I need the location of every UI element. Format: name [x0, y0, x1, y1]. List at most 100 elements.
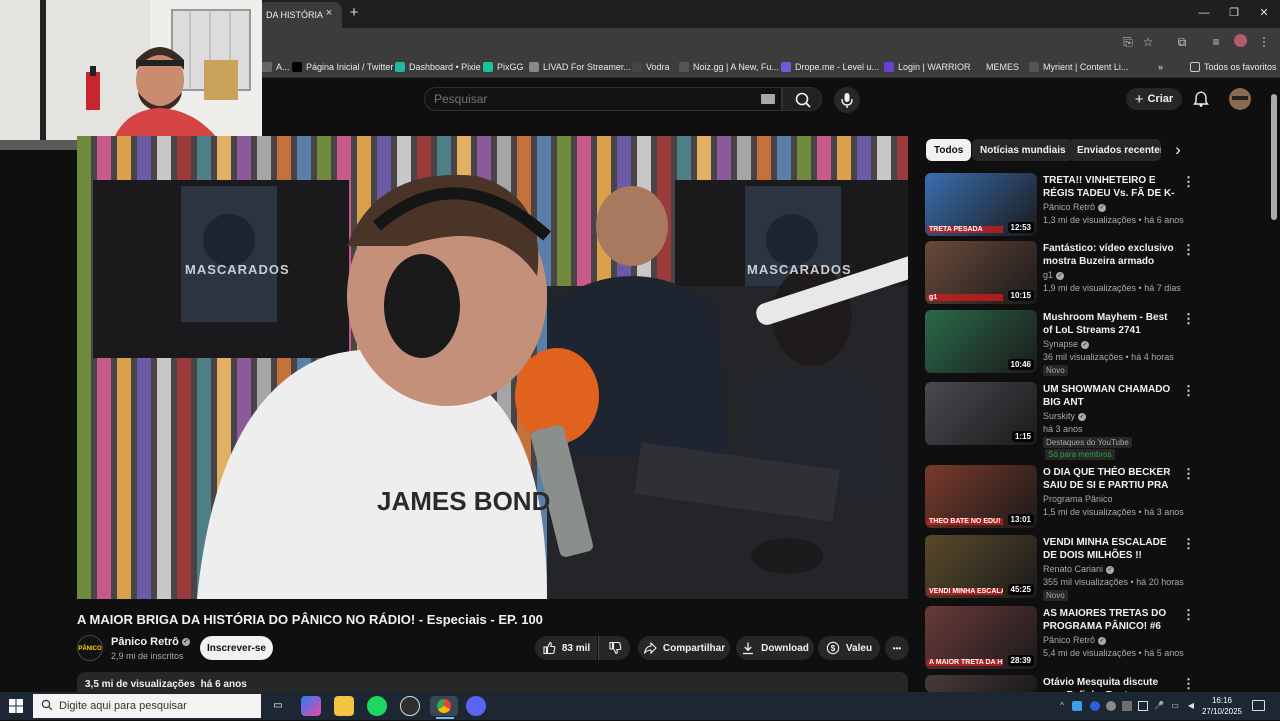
chip-world-news[interactable]: Notícias mundiais [972, 139, 1074, 161]
recommendation-menu-icon[interactable]: ⋮ [1182, 312, 1195, 326]
recommendation-title[interactable]: VENDI MINHA ESCALADE DE DOIS MILHÕES !! … [1043, 536, 1179, 562]
recommendation-thumbnail[interactable]: A MAIOR TRETA DA HIS 28:39 [925, 606, 1037, 669]
video-player[interactable]: MASCARADOS MASCARADOS JAMES BOND [77, 136, 908, 599]
channel-name[interactable]: Pânico Retrô ✓ [111, 636, 190, 648]
bookmark-item[interactable]: A... [262, 60, 290, 74]
bookmark-item[interactable]: Myrient | Content Li... [1029, 60, 1128, 74]
recommendation-title[interactable]: O DIA QUE THÉO BECKER SAIU DE SI E PARTI… [1043, 466, 1179, 492]
recommendation-channel[interactable]: Synapse ✓ [1043, 339, 1090, 349]
tray-app-icon-4[interactable] [1138, 701, 1148, 711]
recommendation-channel[interactable]: Pânico Retrô ✓ [1043, 202, 1107, 212]
recommendation-thumbnail[interactable]: g1 10:15 [925, 241, 1037, 304]
spotify-icon[interactable] [367, 696, 387, 716]
recommendation-menu-icon[interactable]: ⋮ [1182, 677, 1195, 691]
channel-avatar[interactable]: PÂNICO [77, 635, 103, 661]
chip-recently-uploaded[interactable]: Enviados recentemente [1069, 139, 1161, 161]
profile-avatar-icon[interactable] [1232, 34, 1248, 50]
tray-app-icon[interactable] [1072, 701, 1082, 711]
bookmark-item[interactable]: PixGG [483, 60, 524, 74]
bookmark-star-icon[interactable]: ☆ [1140, 34, 1156, 50]
recommendation-thumbnail[interactable]: TRETA PESADA 12:53 [925, 173, 1037, 236]
keyboard-icon[interactable] [761, 94, 775, 104]
recommendation-thumbnail[interactable]: THÉO BATE NO EDU! 13:01 [925, 465, 1037, 528]
dislike-button[interactable] [598, 636, 630, 660]
volume-icon[interactable]: ◀ [1186, 701, 1196, 711]
more-actions-button[interactable]: ••• [885, 636, 909, 660]
download-button[interactable]: Download [736, 636, 814, 660]
recommendation-channel[interactable]: Pânico Retrô ✓ [1043, 635, 1107, 645]
bookmark-item[interactable]: Dashboard • Pixie [395, 60, 481, 74]
recommendation-thumbnail[interactable]: 1:15 [925, 382, 1037, 445]
file-explorer-icon[interactable] [334, 696, 354, 716]
copilot-icon[interactable] [301, 696, 321, 716]
bookmark-item[interactable]: Vodra [632, 60, 670, 74]
new-tab-button[interactable]: + [346, 5, 362, 21]
recommendation-thumbnail[interactable]: VENDI MINHA ESCALADE DE 2 45:25 [925, 535, 1037, 598]
maximize-button[interactable]: ❐ [1224, 4, 1244, 22]
recommendation-menu-icon[interactable]: ⋮ [1182, 243, 1195, 257]
recommendation-metadata: 355 mil visualizações • há 20 horas [1043, 577, 1184, 587]
bookmark-label: Myrient | Content Li... [1043, 62, 1129, 72]
account-avatar[interactable] [1229, 88, 1251, 110]
tray-app-icon-2[interactable] [1106, 701, 1116, 711]
obs-icon[interactable] [400, 696, 420, 716]
bookmark-item[interactable]: MEMES [972, 60, 1019, 74]
extensions-icon[interactable]: ⧉ [1174, 34, 1190, 50]
subscribe-button[interactable]: Inscrever-se [200, 636, 273, 660]
thanks-button[interactable]: $ Valeu [818, 636, 880, 660]
share-button[interactable]: Compartilhar [638, 636, 730, 660]
bookmarks-overflow-button[interactable]: » [1158, 60, 1163, 74]
notification-center-icon[interactable] [1252, 700, 1265, 711]
like-button[interactable]: 83 mil [535, 636, 597, 660]
notifications-bell-icon[interactable] [1192, 90, 1210, 108]
bookmark-item[interactable]: Noiz.gg | A New, Fu... [679, 60, 779, 74]
minimize-button[interactable]: — [1194, 4, 1214, 22]
media-controls-icon[interactable]: ≡ [1208, 34, 1224, 50]
network-icon[interactable]: ▭ [1170, 701, 1180, 711]
create-button[interactable]: + Criar [1126, 88, 1182, 110]
clock-date[interactable]: 27/10/2025 [1201, 707, 1243, 716]
recommendation-menu-icon[interactable]: ⋮ [1182, 608, 1195, 622]
discord-icon[interactable] [466, 696, 486, 716]
chips-next-icon[interactable]: › [1170, 141, 1186, 159]
chrome-menu-icon[interactable]: ⋮ [1256, 34, 1272, 50]
recommendation-channel[interactable]: g1 ✓ [1043, 270, 1065, 280]
search-input[interactable] [434, 90, 744, 108]
chip-all[interactable]: Todos [926, 139, 972, 161]
search-button[interactable] [782, 87, 822, 111]
recommendation-title[interactable]: AS MAIORES TRETAS DO PROGRAMA PÂNICO! #6 [1043, 607, 1179, 633]
recommendation-channel[interactable]: Renato Cariani ✓ [1043, 564, 1115, 574]
taskbar-search-box[interactable]: Digite aqui para pesquisar [33, 694, 261, 718]
bookmark-item[interactable]: Login | WARRIOR [884, 60, 971, 74]
page-scrollbar-thumb[interactable] [1271, 94, 1277, 220]
microphone-tray-icon[interactable]: 🎤 [1154, 701, 1164, 711]
recommendation-channel[interactable]: Programa Pânico [1043, 494, 1113, 504]
recommendation-thumbnail[interactable] [925, 675, 1037, 692]
recommendation-title[interactable]: TRETA!! VINHETEIRO E RÉGIS TADEU Vs. FÃ … [1043, 174, 1179, 200]
all-favorites-folder[interactable]: Todos os favoritos [1190, 60, 1277, 74]
recommendation-title[interactable]: Mushroom Mayhem - Best of LoL Streams 27… [1043, 311, 1179, 337]
voice-search-button[interactable] [834, 87, 860, 113]
close-window-button[interactable]: ✕ [1254, 4, 1274, 22]
windows-start-icon[interactable] [9, 699, 23, 713]
bluetooth-icon[interactable] [1090, 701, 1100, 711]
recommendation-menu-icon[interactable]: ⋮ [1182, 537, 1195, 551]
recommendation-menu-icon[interactable]: ⋮ [1182, 384, 1195, 398]
tab-close-icon[interactable]: × [322, 6, 336, 20]
task-view-icon[interactable]: ▭ [268, 696, 288, 716]
clock-time[interactable]: 16:16 [1205, 696, 1239, 705]
description-box[interactable]: 3,5 mi de visualizações há 6 anos [77, 672, 908, 694]
bookmark-item[interactable]: LIVAD For Streamer... [529, 60, 631, 74]
tray-overflow-icon[interactable]: ^ [1057, 701, 1067, 711]
bookmark-item[interactable]: Drope.me - Level u... [781, 60, 879, 74]
tray-app-icon-3[interactable] [1122, 701, 1132, 711]
install-app-icon[interactable]: ⎘ [1120, 34, 1136, 50]
recommendation-thumbnail[interactable]: 10:46 [925, 310, 1037, 373]
recommendation-title[interactable]: UM SHOWMAN CHAMADO BIG ANT [1043, 383, 1179, 409]
chrome-taskbar-button[interactable] [430, 696, 458, 716]
recommendation-menu-icon[interactable]: ⋮ [1182, 467, 1195, 481]
recommendation-menu-icon[interactable]: ⋮ [1182, 175, 1195, 189]
bookmark-item[interactable]: Página Inicial / Twitter [292, 60, 393, 74]
recommendation-channel[interactable]: Surskity ✓ [1043, 411, 1087, 421]
recommendation-title[interactable]: Fantástico: vídeo exclusivo mostra Buzei… [1043, 242, 1179, 268]
